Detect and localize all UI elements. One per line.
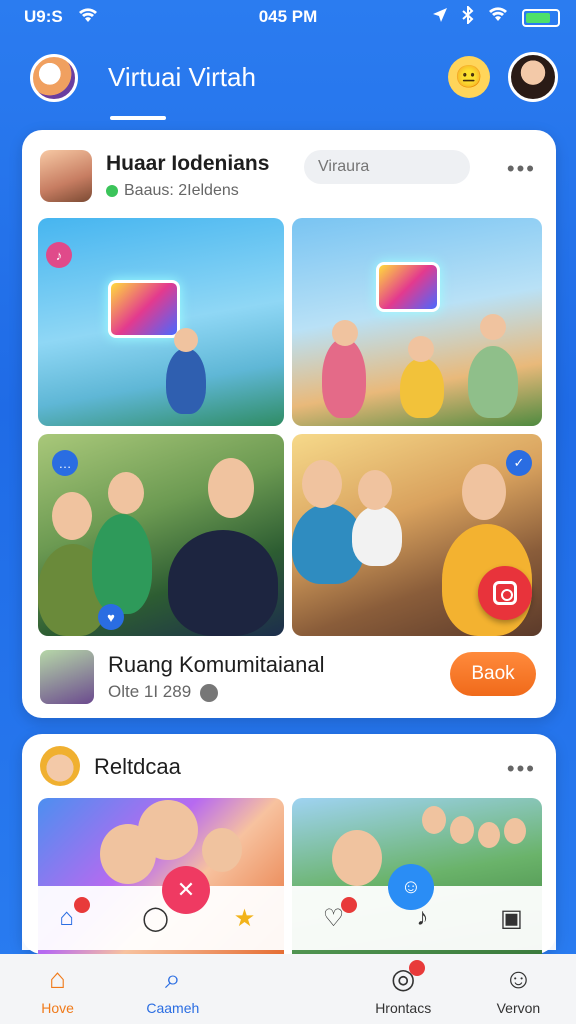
notification-dot	[73, 897, 90, 913]
profile-icon: ☺	[504, 963, 533, 994]
tab-search-label: Caameh	[146, 1000, 200, 1016]
tab-blank	[230, 954, 345, 1024]
app-title: Virtuai Virtah	[108, 62, 256, 92]
status-bar: U9:S 045 PM	[0, 0, 576, 36]
person-face	[108, 472, 144, 514]
bluetooth-icon	[462, 4, 474, 29]
neon-sign-image	[376, 262, 440, 312]
person-figure	[468, 346, 518, 418]
emoji-button[interactable]: 😐	[448, 56, 490, 98]
person-figure	[168, 530, 278, 636]
title-underline	[110, 116, 166, 120]
home-icon: ⌂	[49, 963, 67, 994]
tab-search[interactable]: ⌕ Caameh	[115, 954, 230, 1024]
tab-profile[interactable]: ☺ Vervon	[461, 954, 576, 1024]
person-face	[422, 806, 446, 834]
tab-contacts[interactable]: ◎ Hrontacs	[346, 954, 461, 1024]
notification-dot	[409, 960, 426, 976]
tab-home-label: Hove	[41, 1000, 74, 1016]
post-avatar[interactable]	[40, 746, 80, 786]
create-post-button[interactable]: ✕	[162, 866, 210, 914]
action-bar: ⌂ ◯ ★ ♡ ♪ ▣	[22, 886, 556, 950]
more-options-icon[interactable]: •••	[507, 156, 536, 182]
battery-icon	[522, 8, 560, 27]
person-figure	[352, 506, 402, 566]
camera-outline-icon[interactable]: ▣	[497, 903, 527, 933]
tab-home[interactable]: ⌂ Hove	[0, 954, 115, 1024]
bottom-nav: ⌂ Hove ⌕ Caameh ◎ Hrontacs ☺ Vervon	[0, 954, 576, 1024]
person-face	[208, 458, 254, 518]
contacts-icon: ◎	[391, 960, 426, 996]
shield-badge-icon: ✓	[506, 450, 532, 476]
community-name[interactable]: Ruang Komumitaianal	[108, 652, 324, 678]
person-face	[174, 328, 198, 352]
post-subtitle: Baaus: 2Ieldens	[106, 182, 239, 200]
post-card: Huaar Iodenians Baaus: 2Ieldens ••• ♪	[22, 130, 556, 718]
person-face	[100, 824, 156, 884]
chat-icon[interactable]: ◯	[141, 903, 171, 933]
photo-tile-2[interactable]	[292, 218, 542, 426]
photo-tile-4[interactable]: ✓	[292, 434, 542, 636]
location-icon	[432, 7, 448, 28]
tag-input[interactable]	[304, 150, 470, 184]
person-face	[332, 320, 358, 346]
person-face	[408, 336, 434, 362]
wifi-signal-icon	[488, 7, 508, 28]
photo-tile-1[interactable]: ♪	[38, 218, 284, 426]
notification-dot	[340, 897, 357, 913]
status-icons	[432, 4, 560, 29]
post-subtitle-text: Baaus: 2Ieldens	[124, 182, 239, 199]
person-figure	[92, 514, 152, 614]
heart-icon[interactable]: ♡	[319, 897, 357, 933]
neon-sign-image	[108, 280, 180, 338]
post-avatar[interactable]	[40, 150, 92, 202]
camera-button[interactable]	[478, 566, 532, 620]
chat-bubble-icon: …	[52, 450, 78, 476]
person-face	[504, 818, 526, 844]
person-figure	[166, 348, 206, 414]
tab-contacts-label: Hrontacs	[375, 1000, 432, 1016]
photo-tile-3[interactable]: … ♥	[38, 434, 284, 636]
person-face	[358, 470, 392, 510]
book-button[interactable]: Baok	[450, 652, 536, 696]
post-author-name[interactable]: Reltdcaa	[94, 754, 181, 780]
photo-grid: ♪ … ♥ ✓	[38, 218, 542, 636]
community-meta: Olte 1I 289	[108, 682, 218, 702]
person-face	[478, 822, 500, 848]
home-icon[interactable]: ⌂	[52, 897, 90, 933]
person-face	[332, 830, 382, 886]
person-figure	[322, 338, 366, 418]
more-options-icon[interactable]: •••	[507, 756, 536, 782]
person-face	[462, 464, 506, 520]
star-icon[interactable]: ★	[230, 903, 260, 933]
clock-icon	[199, 683, 218, 702]
person-face	[302, 460, 342, 508]
community-meta-text: Olte 1I 289	[108, 682, 192, 701]
person-face	[480, 314, 506, 340]
post-author-name[interactable]: Huaar Iodenians	[106, 152, 269, 176]
search-icon: ⌕	[164, 963, 181, 994]
person-figure	[400, 358, 444, 418]
tab-profile-label: Vervon	[496, 1000, 541, 1016]
camera-icon	[493, 581, 517, 605]
online-status-dot	[106, 184, 118, 197]
person-face	[450, 816, 474, 844]
user-avatar[interactable]	[508, 52, 558, 102]
community-avatar[interactable]	[40, 650, 94, 704]
chat-fab-button[interactable]: ☺	[388, 864, 434, 910]
person-face	[202, 828, 242, 872]
app-header: Virtuai Virtah 😐	[0, 40, 576, 120]
game-icon: ♪	[46, 242, 72, 268]
heart-badge-icon: ♥	[98, 604, 124, 630]
person-face	[52, 492, 92, 540]
app-logo[interactable]	[30, 54, 78, 102]
